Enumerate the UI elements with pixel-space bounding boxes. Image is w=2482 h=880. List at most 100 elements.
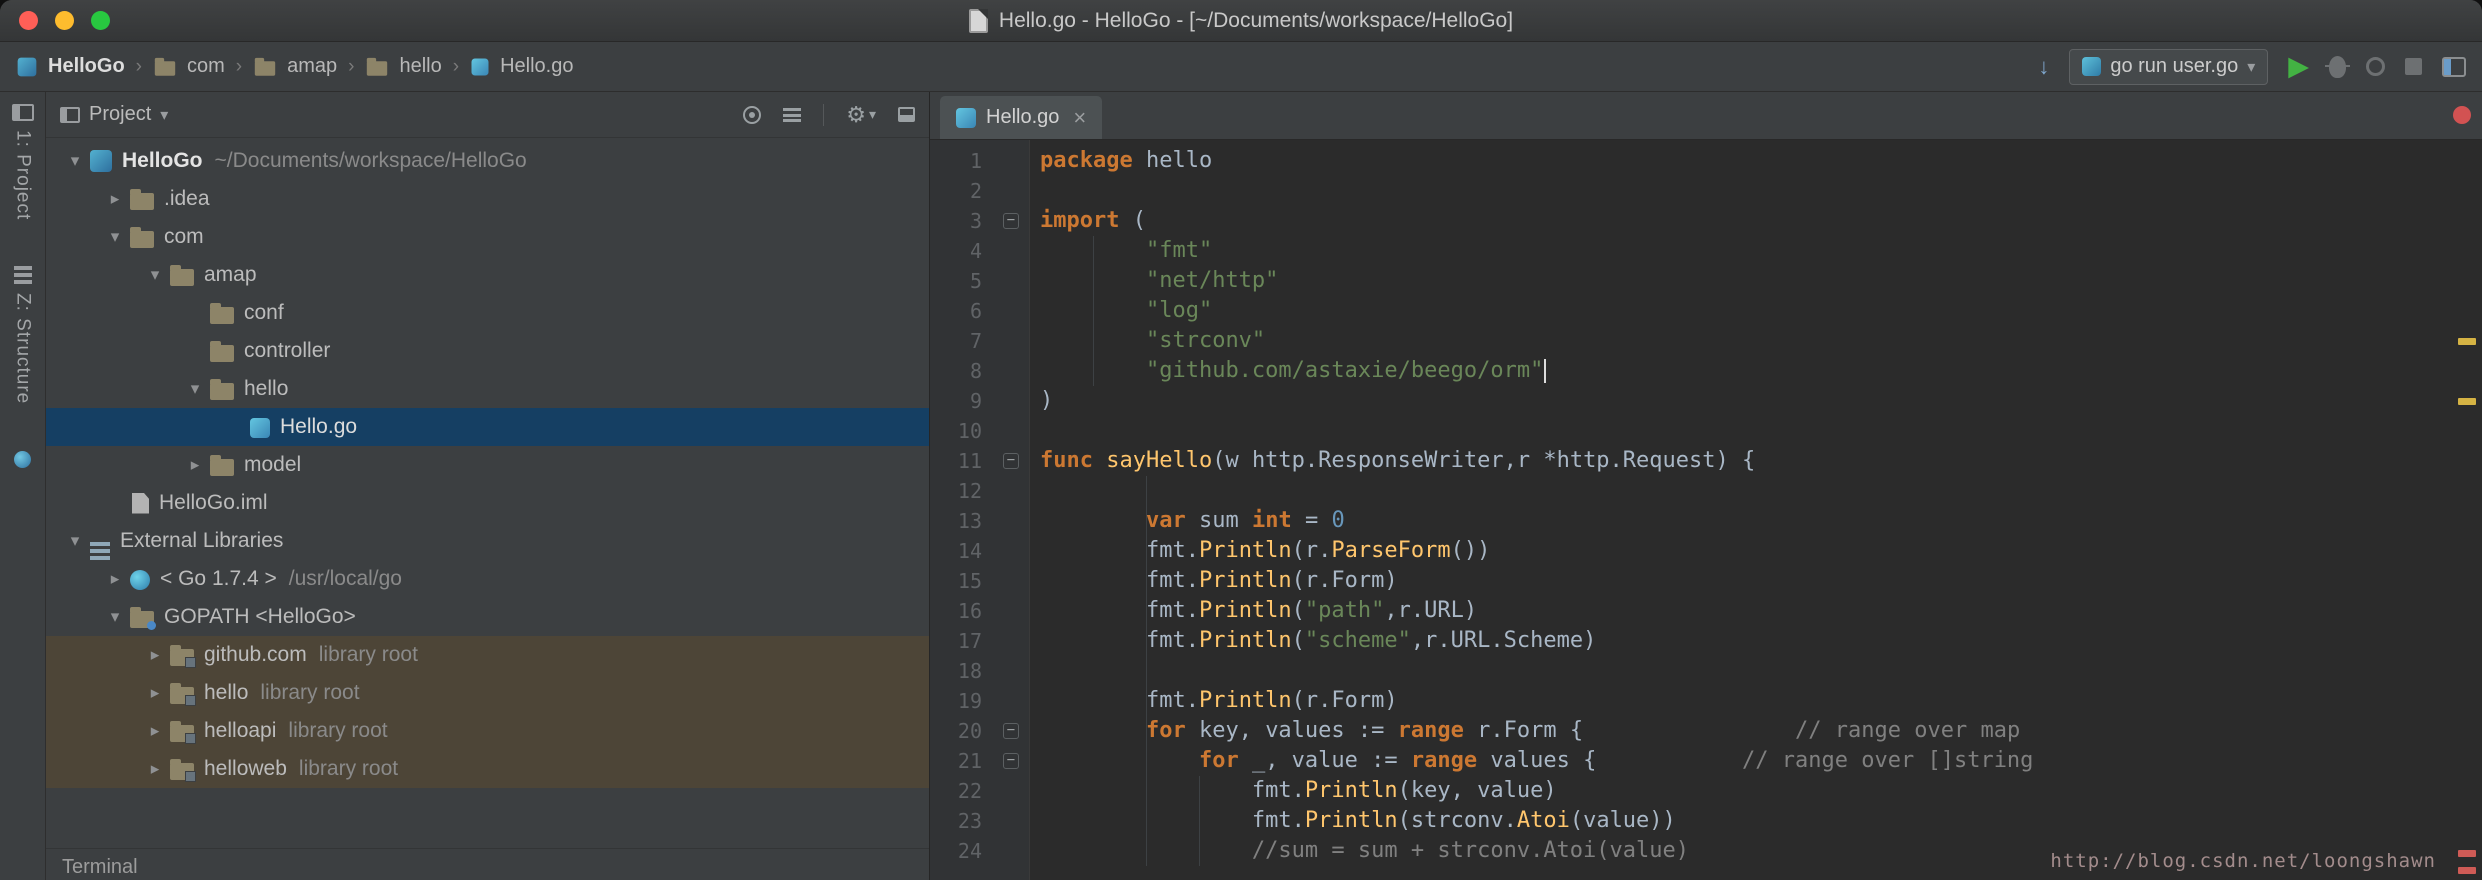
collapse-all-icon[interactable] (783, 108, 801, 122)
error-stripe[interactable] (2452, 140, 2482, 880)
tree-expanded-icon[interactable]: ▾ (60, 531, 90, 551)
code-line[interactable]: 20− for key, values := range r.Form { //… (930, 716, 2482, 746)
tree-expanded-icon[interactable]: ▾ (180, 379, 210, 399)
collapse-region-icon[interactable]: − (1003, 723, 1019, 739)
tree-expanded-icon[interactable]: ▾ (100, 227, 130, 247)
tree-row[interactable]: ▸helloapilibrary root (46, 712, 929, 750)
debug-button-icon[interactable] (2329, 56, 2346, 78)
tree-collapsed-icon[interactable]: ▸ (140, 645, 170, 665)
tree-row[interactable]: ▾hello (46, 370, 929, 408)
fold-marker-icon[interactable]: − (992, 446, 1030, 476)
hide-panel-icon[interactable] (898, 107, 915, 122)
breadcrumb-item[interactable]: hello (365, 55, 441, 78)
line-number: 24 (930, 836, 992, 866)
minimize-window-button[interactable] (55, 11, 74, 30)
code-line[interactable]: 1package hello (930, 146, 2482, 176)
terminal-label: Terminal (62, 856, 138, 878)
run-button[interactable]: ▶ (2288, 53, 2309, 80)
code-line[interactable]: 21− for _, value := range values { // ra… (930, 746, 2482, 776)
line-number: 17 (930, 626, 992, 656)
code-line[interactable]: 9) (930, 386, 2482, 416)
code-line[interactable]: 5 "net/http" (930, 266, 2482, 296)
favorites-tool-icon[interactable] (14, 451, 31, 468)
locate-file-icon[interactable] (743, 106, 761, 124)
code-line[interactable]: 2 (930, 176, 2482, 206)
fold-marker-icon[interactable]: − (992, 746, 1030, 776)
code-line[interactable]: 23 fmt.Println(strconv.Atoi(value)) (930, 806, 2482, 836)
code-line[interactable]: 17 fmt.Println("scheme",r.URL.Scheme) (930, 626, 2482, 656)
breadcrumb-item[interactable]: amap (253, 55, 337, 78)
code-line[interactable]: 22 fmt.Println(key, value) (930, 776, 2482, 806)
line-number: 18 (930, 656, 992, 686)
tree-row[interactable]: ▸hellolibrary root (46, 674, 929, 712)
stripe-tab-structure[interactable]: Z: Structure (12, 266, 34, 404)
fold-marker-icon[interactable]: − (992, 206, 1030, 236)
tree-row[interactable]: ▾GOPATH <HelloGo> (46, 598, 929, 636)
chevron-down-icon[interactable]: ▾ (160, 105, 168, 125)
run-config-select[interactable]: go run user.go ▾ (2069, 49, 2268, 85)
tree-row[interactable]: ▾External Libraries (46, 522, 929, 560)
tree-expanded-icon[interactable]: ▾ (140, 265, 170, 285)
tree-row[interactable]: ▸.idea (46, 180, 929, 218)
tree-row[interactable]: ▾amap (46, 256, 929, 294)
code-line[interactable]: 16 fmt.Println("path",r.URL) (930, 596, 2482, 626)
code-line[interactable]: 7 "strconv" (930, 326, 2482, 356)
tree-row[interactable]: ▾HelloGo~/Documents/workspace/HelloGo (46, 142, 929, 180)
settings-gear-icon[interactable]: ⚙▾ (846, 102, 876, 128)
stop-button-icon[interactable] (2405, 58, 2422, 75)
stripe-mark[interactable] (2458, 850, 2476, 857)
tree-row[interactable]: ▸github.comlibrary root (46, 636, 929, 674)
error-indicator-badge[interactable] (2453, 106, 2471, 124)
tree-collapsed-icon[interactable]: ▸ (140, 721, 170, 741)
code-line[interactable]: 10 (930, 416, 2482, 446)
tree-expanded-icon[interactable]: ▾ (60, 151, 90, 171)
code-line[interactable]: 14 fmt.Println(r.ParseForm()) (930, 536, 2482, 566)
breadcrumb-item[interactable]: com (153, 55, 225, 78)
iml-icon (132, 493, 149, 514)
breadcrumb-item[interactable]: HelloGo (16, 55, 125, 78)
tree-collapsed-icon[interactable]: ▸ (180, 455, 210, 475)
collapse-region-icon[interactable]: − (1003, 453, 1019, 469)
stripe-mark[interactable] (2458, 867, 2476, 874)
code-line[interactable]: 8 "github.com/astaxie/beego/orm" (930, 356, 2482, 386)
code-line[interactable]: 15 fmt.Println(r.Form) (930, 566, 2482, 596)
tree-collapsed-icon[interactable]: ▸ (140, 683, 170, 703)
stripe-mark[interactable] (2458, 338, 2476, 345)
tree-row[interactable]: controller (46, 332, 929, 370)
code-line[interactable]: 12 (930, 476, 2482, 506)
tree-row[interactable]: ▸model (46, 446, 929, 484)
code-line[interactable]: 13 var sum int = 0 (930, 506, 2482, 536)
code-line[interactable]: 6 "log" (930, 296, 2482, 326)
stripe-tab-project[interactable]: 1: Project (12, 104, 34, 220)
code-line[interactable]: 4 "fmt" (930, 236, 2482, 266)
close-tab-icon[interactable]: × (1073, 105, 1086, 131)
code-line[interactable]: 19 fmt.Println(r.Form) (930, 686, 2482, 716)
tree-collapsed-icon[interactable]: ▸ (100, 189, 130, 209)
tree-row[interactable]: Hello.go (46, 408, 929, 446)
tree-row[interactable]: HelloGo.iml (46, 484, 929, 522)
collapse-region-icon[interactable]: − (1003, 213, 1019, 229)
tree-row[interactable]: ▸helloweblibrary root (46, 750, 929, 788)
coverage-button-icon[interactable] (2366, 57, 2385, 76)
collapse-region-icon[interactable]: − (1003, 753, 1019, 769)
code-area[interactable]: 1package hello23−import (4 "fmt"5 "net/h… (930, 140, 2482, 866)
tree-row[interactable]: ▾com (46, 218, 929, 256)
tree-expanded-icon[interactable]: ▾ (100, 607, 130, 627)
code-line[interactable]: 11−func sayHello(w http.ResponseWriter,r… (930, 446, 2482, 476)
tool-windows-icon[interactable] (2442, 57, 2466, 77)
close-window-button[interactable] (19, 11, 38, 30)
fold-marker-icon[interactable]: − (992, 716, 1030, 746)
code-line[interactable]: 3−import ( (930, 206, 2482, 236)
tree-row[interactable]: conf (46, 294, 929, 332)
breadcrumb-item[interactable]: Hello.go (470, 55, 573, 78)
code-line[interactable]: 18 (930, 656, 2482, 686)
terminal-tool-tab[interactable]: Terminal (46, 848, 929, 880)
line-number: 21 (930, 746, 992, 776)
tree-collapsed-icon[interactable]: ▸ (100, 569, 130, 589)
tree-collapsed-icon[interactable]: ▸ (140, 759, 170, 779)
tab-hello-go[interactable]: Hello.go × (940, 96, 1102, 139)
zoom-window-button[interactable] (91, 11, 110, 30)
tree-row[interactable]: ▸< Go 1.7.4 >/usr/local/go (46, 560, 929, 598)
vcs-update-icon[interactable]: ↓ (2038, 56, 2049, 78)
stripe-mark[interactable] (2458, 398, 2476, 405)
